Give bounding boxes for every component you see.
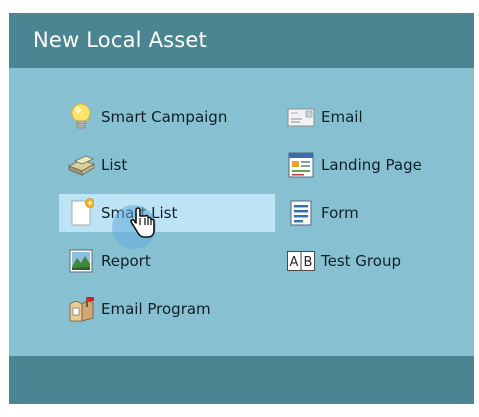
dialog-footer	[9, 356, 474, 404]
hand-pointer-icon	[128, 206, 158, 244]
asset-test-group[interactable]: A B Test Group	[285, 242, 465, 280]
asset-list[interactable]: List	[65, 146, 277, 184]
landing-page-icon	[285, 149, 317, 181]
form-icon	[285, 197, 317, 229]
email-icon	[285, 101, 317, 133]
asset-label: Report	[101, 252, 151, 270]
email-program-icon	[65, 293, 97, 325]
asset-form[interactable]: Form	[285, 194, 465, 232]
test-group-icon: A B	[285, 245, 317, 277]
new-local-asset-dialog: New Local Asset Smart Campaign List List…	[9, 13, 474, 404]
dialog-header: New Local Asset	[9, 13, 474, 68]
asset-label: Test Group	[321, 252, 401, 270]
asset-smart-list[interactable]: Smart List	[59, 194, 275, 232]
asset-report[interactable]: Report	[65, 242, 277, 280]
dialog-title: New Local Asset	[33, 28, 207, 52]
report-icon	[65, 245, 97, 277]
asset-label: Email Program	[101, 300, 211, 318]
asset-email[interactable]: Email	[285, 98, 465, 136]
asset-label: Email	[321, 108, 363, 126]
lightbulb-icon	[65, 101, 97, 133]
asset-landing-page[interactable]: Landing Page	[285, 146, 465, 184]
svg-text:A: A	[290, 255, 299, 270]
asset-label: Form	[321, 204, 359, 222]
asset-smart-campaign[interactable]: Smart Campaign	[65, 98, 277, 136]
smart-list-icon	[65, 197, 97, 229]
list-icon	[65, 149, 97, 181]
svg-text:B: B	[304, 255, 313, 270]
asset-label: Landing Page	[321, 156, 422, 174]
asset-email-program[interactable]: Email Program	[65, 290, 277, 328]
asset-label: Smart Campaign	[101, 108, 228, 126]
asset-label: List	[101, 156, 128, 174]
